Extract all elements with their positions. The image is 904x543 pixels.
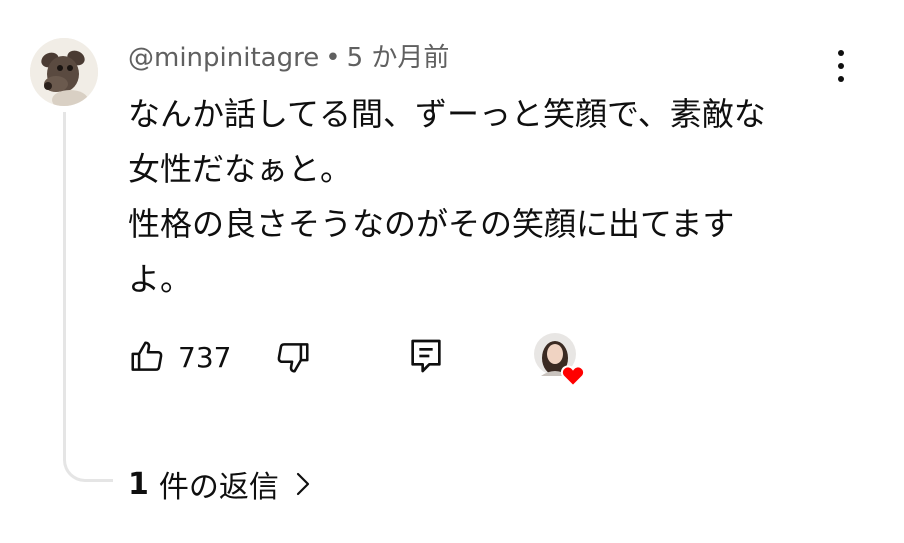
commenter-avatar[interactable]: [30, 38, 98, 106]
thumb-up-icon: [131, 341, 163, 371]
thumb-down-icon: [277, 343, 309, 373]
more-dot: [838, 50, 844, 56]
comment-text: なんか話してる間、ずーっと笑顔で、素敵な 女性だなぁと。 性格の良さそうなのがそ…: [128, 87, 848, 307]
dislike-button[interactable]: [274, 338, 312, 376]
chevron-right-icon: [296, 472, 309, 496]
like-button[interactable]: 737: [128, 338, 231, 376]
comment-reply-icon: [411, 339, 441, 373]
comment-line: なんか話してる間、ずーっと笑顔で、素敵な: [128, 95, 766, 133]
view-replies-button[interactable]: 1 件の返信: [128, 462, 313, 506]
creator-heart-avatar: [534, 333, 586, 388]
comment-line: 女性だなぁと。: [128, 150, 353, 188]
timestamp: 5 か月前: [346, 43, 450, 73]
replies-label: 件の返信: [158, 470, 279, 505]
more-options-button[interactable]: [826, 46, 856, 86]
creator-heart-badge: [533, 332, 589, 388]
like-count: 737: [178, 340, 232, 374]
more-dot: [838, 63, 844, 69]
username[interactable]: @minpinitagre: [128, 43, 319, 73]
comment-line: よ。: [128, 260, 193, 298]
more-dot: [838, 76, 844, 82]
meta-separator: •: [325, 43, 341, 73]
reply-button[interactable]: [406, 336, 446, 376]
reply-count: 1: [128, 466, 149, 502]
comment-meta: @minpinitagre • 5 か月前: [128, 40, 449, 76]
heart-icon: [560, 365, 586, 388]
comment-line: 性格の良さそうなのがその笑顔に出てます: [128, 205, 735, 243]
thread-line: [63, 112, 113, 482]
dog-avatar-image: [30, 38, 98, 106]
